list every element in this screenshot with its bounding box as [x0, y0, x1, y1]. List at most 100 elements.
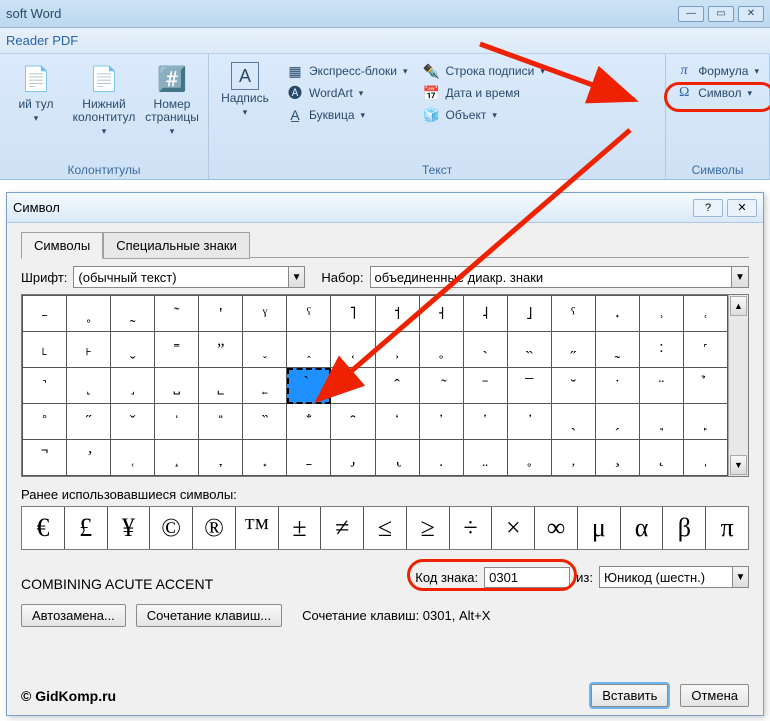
- shortcut-key-button[interactable]: Сочетание клавиш...: [136, 604, 282, 627]
- textbox-button[interactable]: A Надпись▾: [215, 58, 275, 161]
- symbol-cell[interactable]: ˳: [67, 296, 111, 332]
- dropdown-arrow-icon[interactable]: ▼: [731, 267, 748, 287]
- symbol-cell[interactable]: ˦: [375, 296, 419, 332]
- tab-symbols[interactable]: Символы: [21, 232, 103, 259]
- object-button[interactable]: 🧊Объект ▾: [419, 106, 548, 124]
- recent-symbol-cell[interactable]: μ: [578, 507, 621, 549]
- quickparts-button[interactable]: ▦Экспресс-блоки ▾: [283, 62, 411, 80]
- symbol-cell[interactable]: ˓: [683, 296, 727, 332]
- symbol-cell[interactable]: ˲: [375, 332, 419, 368]
- symbol-cell[interactable]: ̦: [551, 440, 595, 476]
- symbol-cell[interactable]: ̇: [595, 368, 639, 404]
- symbol-cell[interactable]: ̙: [683, 404, 727, 440]
- close-button[interactable]: ✕: [738, 6, 764, 22]
- recent-symbol-cell[interactable]: ∞: [535, 507, 578, 549]
- subset-combo[interactable]: ▼: [370, 266, 749, 288]
- dropdown-arrow-icon[interactable]: ▼: [732, 567, 748, 587]
- dropdown-arrow-icon[interactable]: ▼: [288, 267, 305, 287]
- scroll-up-button[interactable]: ▲: [730, 296, 747, 316]
- symbol-cell[interactable]: ̐: [287, 404, 331, 440]
- symbol-cell[interactable]: ̟: [243, 440, 287, 476]
- symbol-cell[interactable]: ̈: [639, 368, 683, 404]
- symbol-cell[interactable]: ˻: [67, 368, 111, 404]
- symbol-cell[interactable]: ˱: [331, 332, 375, 368]
- symbol-cell[interactable]: ̄: [463, 368, 507, 404]
- symbol-cell[interactable]: ̣: [419, 440, 463, 476]
- header-top-button[interactable]: 📄 ий тул▾: [6, 58, 66, 161]
- date-time-button[interactable]: 📅Дата и время: [419, 84, 548, 102]
- symbol-cell[interactable]: ˭: [155, 332, 199, 368]
- page-number-button[interactable]: #️⃣ Номер страницы▾: [142, 58, 202, 161]
- symbol-cell[interactable]: ˤ: [287, 296, 331, 332]
- symbol-cell[interactable]: ̎: [199, 404, 243, 440]
- signature-line-button[interactable]: ✒️Строка подписи ▾: [419, 62, 548, 80]
- recent-symbol-cell[interactable]: ≥: [407, 507, 450, 549]
- symbol-cell[interactable]: ˳: [419, 332, 463, 368]
- symbol-cell[interactable]: ˠ: [243, 296, 287, 332]
- symbol-cell[interactable]: ̋: [67, 404, 111, 440]
- symbol-cell[interactable]: ̅: [507, 368, 551, 404]
- recent-symbol-cell[interactable]: ≠: [321, 507, 364, 549]
- footer-button[interactable]: 📄 Нижний колонтитул▾: [74, 58, 134, 161]
- symbol-cell[interactable]: ˬ: [111, 332, 155, 368]
- symbol-cell[interactable]: ̍: [155, 404, 199, 440]
- recent-symbol-cell[interactable]: €: [22, 507, 65, 549]
- symbol-cell[interactable]: ̊: [23, 404, 67, 440]
- recent-symbol-cell[interactable]: £: [65, 507, 108, 549]
- symbol-cell[interactable]: ̌: [111, 404, 155, 440]
- symbol-cell[interactable]: ̨: [639, 440, 683, 476]
- symbol-cell[interactable]: ˥: [331, 296, 375, 332]
- recent-symbol-cell[interactable]: ™: [236, 507, 279, 549]
- recent-symbol-cell[interactable]: ±: [279, 507, 322, 549]
- recent-symbol-cell[interactable]: ©: [150, 507, 193, 549]
- symbol-cell[interactable]: ̡: [331, 440, 375, 476]
- symbol-cell[interactable]: ̜: [111, 440, 155, 476]
- symbol-cell[interactable]: ̢: [375, 440, 419, 476]
- symbol-cell[interactable]: ˽: [155, 368, 199, 404]
- symbol-cell[interactable]: ˶: [551, 332, 595, 368]
- symbol-cell[interactable]: ̏: [243, 404, 287, 440]
- recent-symbol-cell[interactable]: α: [621, 507, 664, 549]
- symbol-cell[interactable]: ˩: [507, 296, 551, 332]
- symbol-cell[interactable]: ˼: [111, 368, 155, 404]
- symbol-cell[interactable]: ̑: [331, 404, 375, 440]
- symbol-cell[interactable]: ˧: [419, 296, 463, 332]
- cancel-button[interactable]: Отмена: [680, 684, 749, 707]
- recent-symbol-cell[interactable]: ×: [492, 507, 535, 549]
- font-input[interactable]: [74, 267, 287, 287]
- symbol-cell[interactable]: ̕: [507, 404, 551, 440]
- symbol-cell[interactable]: ̃: [419, 368, 463, 404]
- symbol-cell[interactable]: ̧: [595, 440, 639, 476]
- symbol-cell[interactable]: ̂: [375, 368, 419, 404]
- symbol-cell[interactable]: ̒: [375, 404, 419, 440]
- symbol-cell[interactable]: ˫: [67, 332, 111, 368]
- grid-scrollbar[interactable]: ▲ ▼: [728, 295, 748, 476]
- maximize-button[interactable]: ▭: [708, 6, 734, 22]
- symbol-cell[interactable]: ˷: [595, 332, 639, 368]
- symbol-cell[interactable]: ˹: [683, 332, 727, 368]
- dialog-close-button[interactable]: ✕: [727, 199, 757, 217]
- symbol-cell[interactable]: ˨: [463, 296, 507, 332]
- symbol-cell[interactable]: ˴: [463, 332, 507, 368]
- scroll-track[interactable]: [729, 317, 748, 454]
- dialog-help-button[interactable]: ?: [693, 199, 723, 217]
- symbol-cell[interactable]: ˺: [23, 368, 67, 404]
- equation-button[interactable]: πФормула ▾: [672, 62, 763, 80]
- recent-symbol-cell[interactable]: ¥: [108, 507, 151, 549]
- symbol-cell[interactable]: ˜: [155, 296, 199, 332]
- tab-special-chars[interactable]: Специальные знаки: [103, 232, 250, 259]
- insert-button[interactable]: Вставить: [591, 684, 668, 707]
- symbol-cell[interactable]: ̔: [463, 404, 507, 440]
- symbol-cell[interactable]: ˮ: [199, 332, 243, 368]
- symbol-cell[interactable]: ̛: [67, 440, 111, 476]
- wordart-button[interactable]: 🅐WordArt ▾: [283, 84, 411, 102]
- symbol-cell[interactable]: ̘: [639, 404, 683, 440]
- subset-input[interactable]: [371, 267, 731, 287]
- symbol-cell[interactable]: ˾: [199, 368, 243, 404]
- symbol-cell[interactable]: ˵: [507, 332, 551, 368]
- symbol-cell[interactable]: ̚: [23, 440, 67, 476]
- recent-symbol-cell[interactable]: β: [663, 507, 706, 549]
- symbol-cell[interactable]: ̗: [595, 404, 639, 440]
- symbol-cell[interactable]: ': [199, 296, 243, 332]
- recent-symbol-cell[interactable]: ÷: [450, 507, 493, 549]
